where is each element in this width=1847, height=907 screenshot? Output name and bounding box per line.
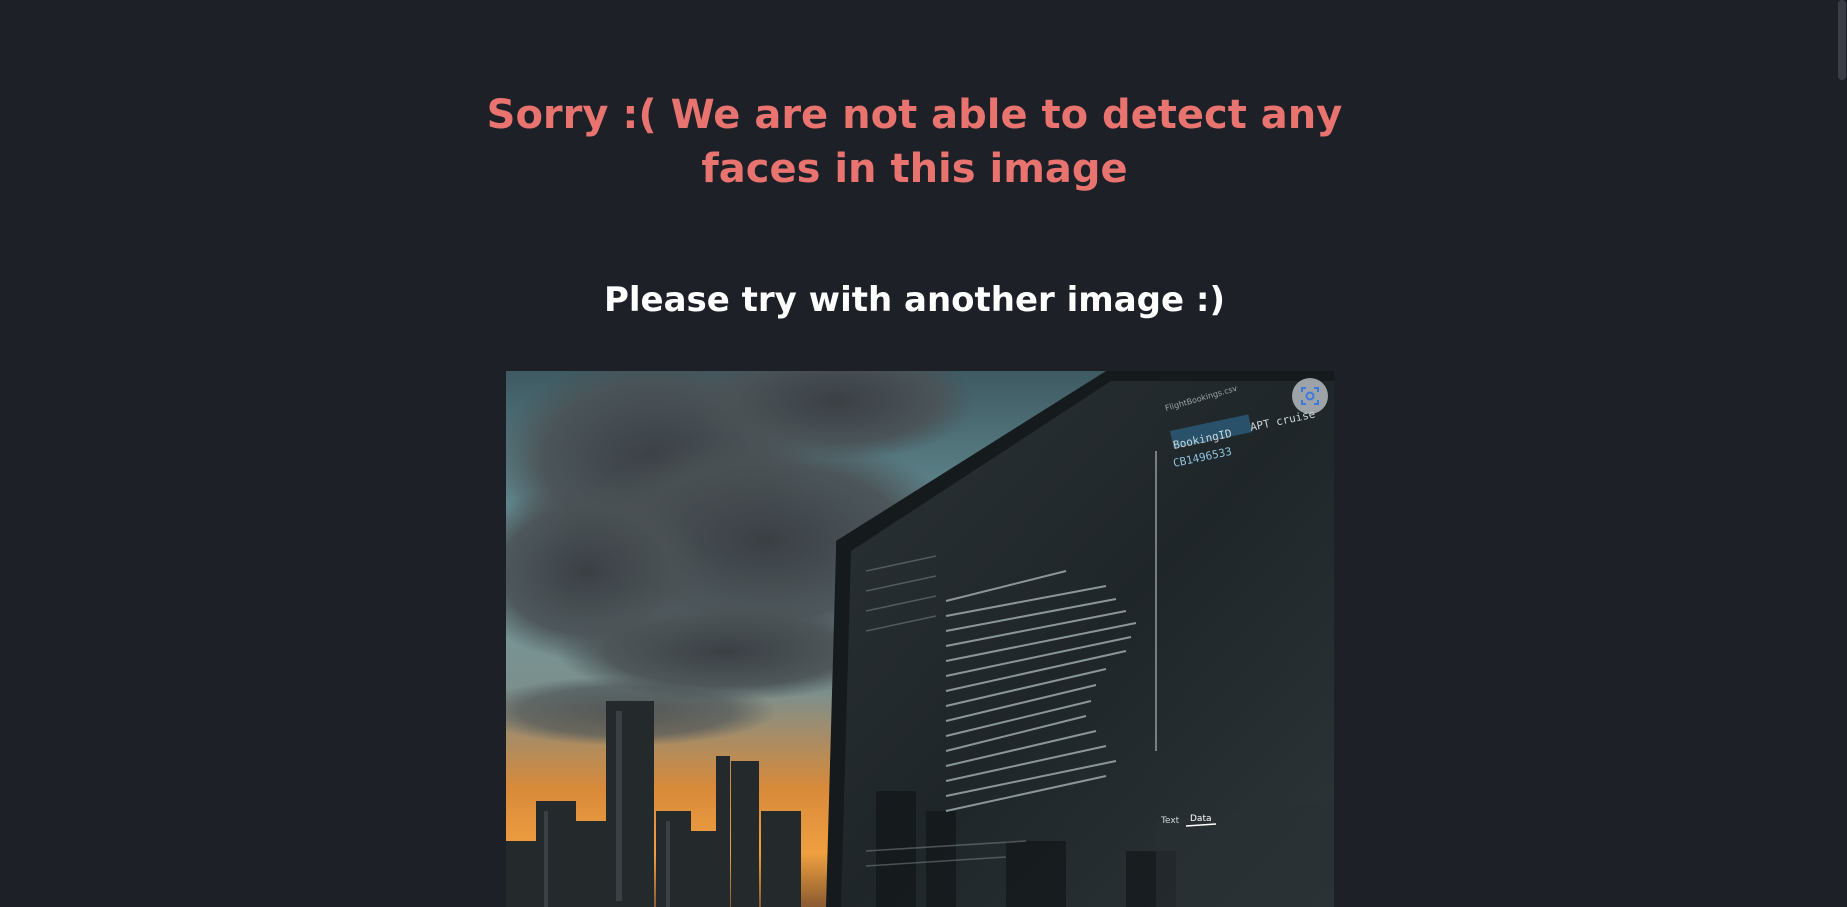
results-page: Sorry :( We are not able to detect any f… (0, 0, 1847, 907)
text-tab-label: Text (1160, 816, 1180, 826)
data-tab-label: Data (1190, 814, 1212, 824)
page-scrollbar[interactable] (1837, 0, 1847, 907)
visual-search-button[interactable] (1292, 378, 1328, 414)
lens-icon (1301, 387, 1319, 405)
no-faces-error-title: Sorry :( We are not able to detect any f… (486, 92, 1343, 192)
uploaded-image: BookingID CB1496533 APT cruise FlightBoo… (506, 371, 1334, 907)
scrollbar-thumb[interactable] (1838, 0, 1846, 80)
retry-message: Please try with another image :) (603, 280, 1226, 320)
laptop-city-sunset-photo: BookingID CB1496533 APT cruise FlightBoo… (506, 371, 1334, 907)
